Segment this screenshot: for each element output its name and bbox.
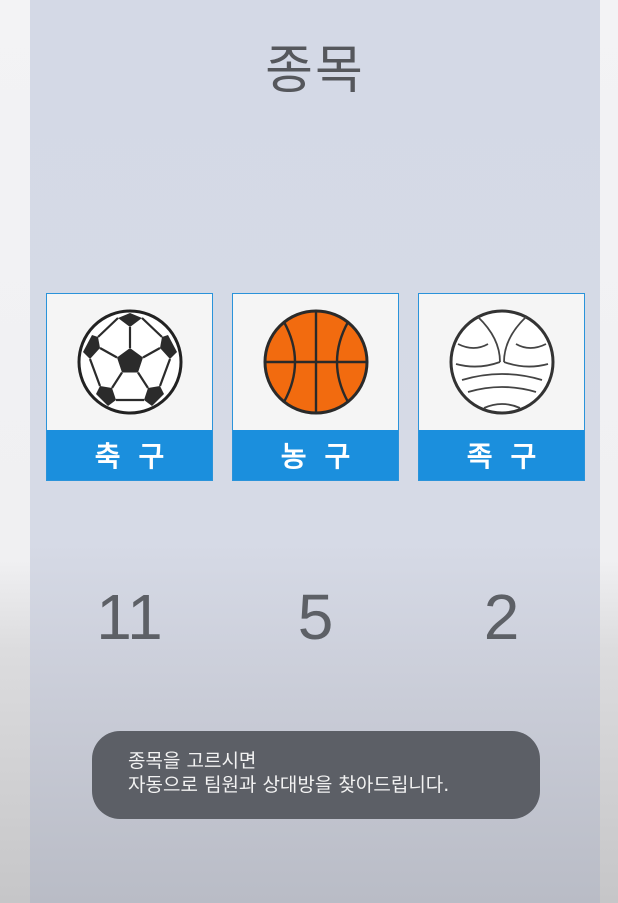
volleyball-icon: [449, 309, 554, 415]
page-title: 종목: [265, 41, 365, 101]
app-background: 종목 축구 농구 족구 11 5 2 종목을 고르시면 자동으로 팀원과 상대방…: [0, 0, 618, 903]
sport-card-basketball[interactable]: 농구: [232, 293, 399, 481]
toast-message: 종목을 고르시면 자동으로 팀원과 상대방을 찾아드립니다.: [92, 731, 540, 819]
toast-line-2: 자동으로 팀원과 상대방을 찾아드립니다.: [128, 774, 450, 796]
sport-card-label: 축구: [47, 430, 212, 480]
sport-card-label: 족구: [419, 430, 584, 480]
soccer-ball-icon: [77, 309, 182, 415]
basketball-icon: [263, 309, 368, 415]
sport-card-image: [47, 294, 212, 430]
sport-card-image: [419, 294, 584, 430]
sport-count-basketball: 5: [297, 581, 334, 653]
sport-card-jokgu[interactable]: 족구: [418, 293, 585, 481]
sport-card-soccer[interactable]: 축구: [46, 293, 213, 481]
sport-count-soccer: 11: [96, 581, 163, 653]
sport-card-image: [233, 294, 398, 430]
sport-count-jokgu: 2: [483, 581, 520, 653]
phone-screen: 종목 축구 농구 족구 11 5 2 종목을 고르시면 자동으로 팀원과 상대방…: [30, 0, 600, 903]
toast-line-1: 종목을 고르시면: [128, 750, 257, 772]
sport-card-label: 농구: [233, 430, 398, 480]
